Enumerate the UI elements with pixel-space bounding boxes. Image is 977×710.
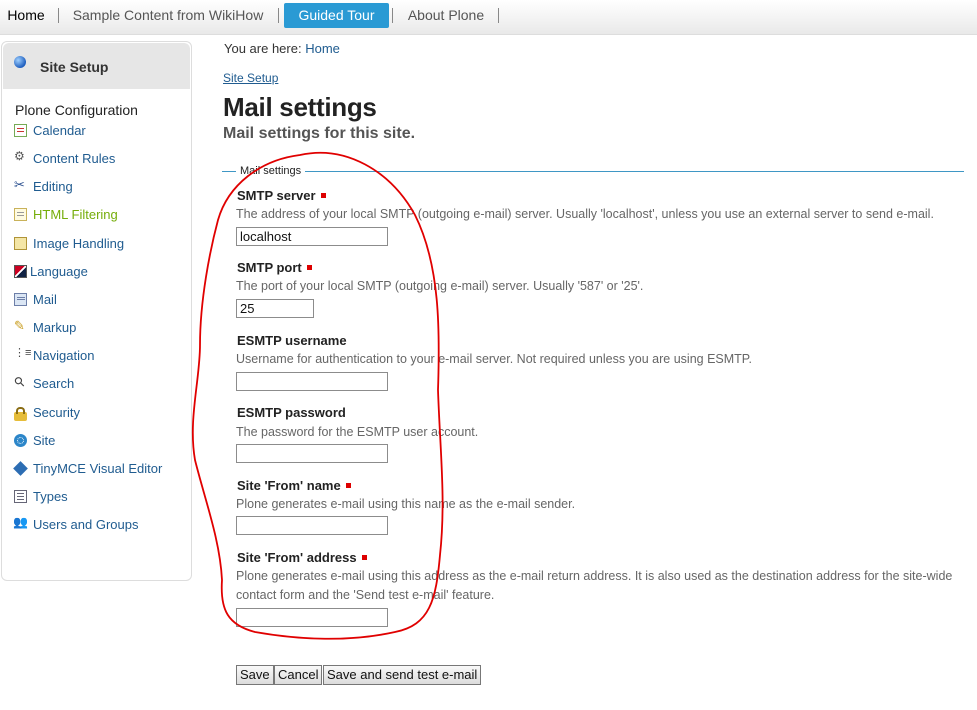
flag-icon: [14, 265, 27, 278]
tab-guided-tour[interactable]: Guided Tour: [284, 3, 389, 28]
sidebar-item-editing[interactable]: Editing: [14, 177, 73, 199]
site-from-name-help: Plone generates e-mail using this name a…: [236, 497, 576, 511]
scissors-icon: [14, 177, 27, 193]
site-from-name-input[interactable]: [236, 516, 388, 535]
top-navigation: Home Sample Content from WikiHow Guided …: [0, 0, 977, 35]
plone-configuration-heading: Plone Configuration: [15, 102, 138, 118]
cancel-button[interactable]: Cancel: [274, 665, 323, 685]
types-icon: [14, 490, 27, 503]
mail-icon: [14, 293, 27, 306]
smtp-port-label: SMTP port: [237, 260, 312, 275]
breadcrumb: You are here: Home: [224, 41, 340, 56]
sidebar-item-security[interactable]: Security: [14, 405, 80, 425]
image-icon: [14, 237, 27, 250]
breadcrumb-home-link[interactable]: Home: [305, 41, 340, 56]
esmtp-username-help: Username for authentication to your e-ma…: [236, 352, 752, 366]
tab-about-plone[interactable]: About Plone: [397, 3, 495, 28]
esmtp-password-label: ESMTP password: [237, 405, 346, 420]
portlet-header[interactable]: Site Setup: [3, 43, 190, 89]
smtp-server-input[interactable]: [236, 227, 388, 246]
tab-home[interactable]: Home: [0, 3, 52, 28]
save-button[interactable]: Save: [236, 665, 274, 685]
tab-separator: [278, 8, 279, 23]
content-rules-icon: [14, 149, 27, 165]
site-from-address-input[interactable]: [236, 608, 388, 627]
sidebar-item-html-filtering[interactable]: HTML Filtering: [14, 207, 118, 227]
sidebar-item-language[interactable]: Language: [14, 264, 88, 284]
site-from-address-label: Site 'From' address: [237, 550, 367, 565]
site-icon: [14, 434, 27, 447]
users-icon: [13, 515, 28, 531]
navigation-tree-icon: [14, 346, 31, 362]
tinymce-icon: [13, 461, 28, 476]
esmtp-username-label: ESMTP username: [237, 333, 347, 348]
page-description: Mail settings for this site.: [223, 125, 416, 142]
sidebar-item-search[interactable]: Search: [14, 376, 74, 396]
pencil-icon: [14, 318, 27, 334]
site-from-address-help: Plone generates e-mail using this addres…: [236, 569, 953, 602]
smtp-server-label: SMTP server: [237, 188, 326, 203]
lock-icon: [14, 407, 27, 421]
site-setup-portlet: Site Setup Plone Configuration Calendar …: [1, 41, 192, 581]
site-from-name-label: Site 'From' name: [237, 478, 351, 493]
tab-separator: [392, 8, 393, 23]
site-setup-link[interactable]: Site Setup: [223, 71, 278, 85]
esmtp-password-input[interactable]: [236, 444, 388, 463]
required-marker: [361, 555, 367, 560]
sidebar-item-markup[interactable]: Markup: [14, 318, 76, 340]
required-marker: [320, 193, 326, 198]
sidebar-item-navigation[interactable]: Navigation: [14, 346, 94, 368]
esmtp-password-help: The password for the ESMTP user account.: [236, 425, 479, 439]
smtp-port-input[interactable]: [236, 299, 314, 318]
globe-icon: [14, 56, 26, 68]
tab-sample-content[interactable]: Sample Content from WikiHow: [63, 3, 273, 28]
smtp-server-help: The address of your local SMTP (outgoing…: [236, 207, 934, 221]
sidebar-item-site[interactable]: Site: [14, 433, 55, 453]
calendar-icon: [14, 124, 27, 137]
sidebar-item-users-and-groups[interactable]: Users and Groups: [13, 515, 139, 537]
smtp-port-help: The port of your local SMTP (outgoing e-…: [236, 279, 644, 293]
document-icon: [14, 208, 27, 221]
esmtp-username-input[interactable]: [236, 372, 388, 391]
required-marker: [345, 483, 351, 488]
fieldset-border: [222, 171, 964, 172]
sidebar-item-calendar[interactable]: Calendar: [14, 123, 86, 143]
required-marker: [306, 265, 312, 270]
sidebar-item-mail[interactable]: Mail: [14, 292, 57, 312]
page-title: Mail settings: [223, 92, 377, 122]
magnifier-icon: [14, 377, 27, 390]
sidebar-item-types[interactable]: Types: [14, 489, 68, 509]
tab-separator: [58, 8, 59, 23]
tab-separator: [498, 8, 499, 23]
save-and-send-test-email-button[interactable]: Save and send test e-mail: [323, 665, 482, 685]
portlet-title: Site Setup: [40, 59, 109, 75]
sidebar-item-image-handling[interactable]: Image Handling: [14, 236, 124, 256]
sidebar-item-tinymce[interactable]: TinyMCE Visual Editor: [13, 461, 162, 481]
breadcrumb-prefix: You are here:: [224, 41, 302, 56]
fieldset-legend: Mail settings: [236, 165, 306, 177]
sidebar-item-content-rules[interactable]: Content Rules: [14, 149, 115, 171]
